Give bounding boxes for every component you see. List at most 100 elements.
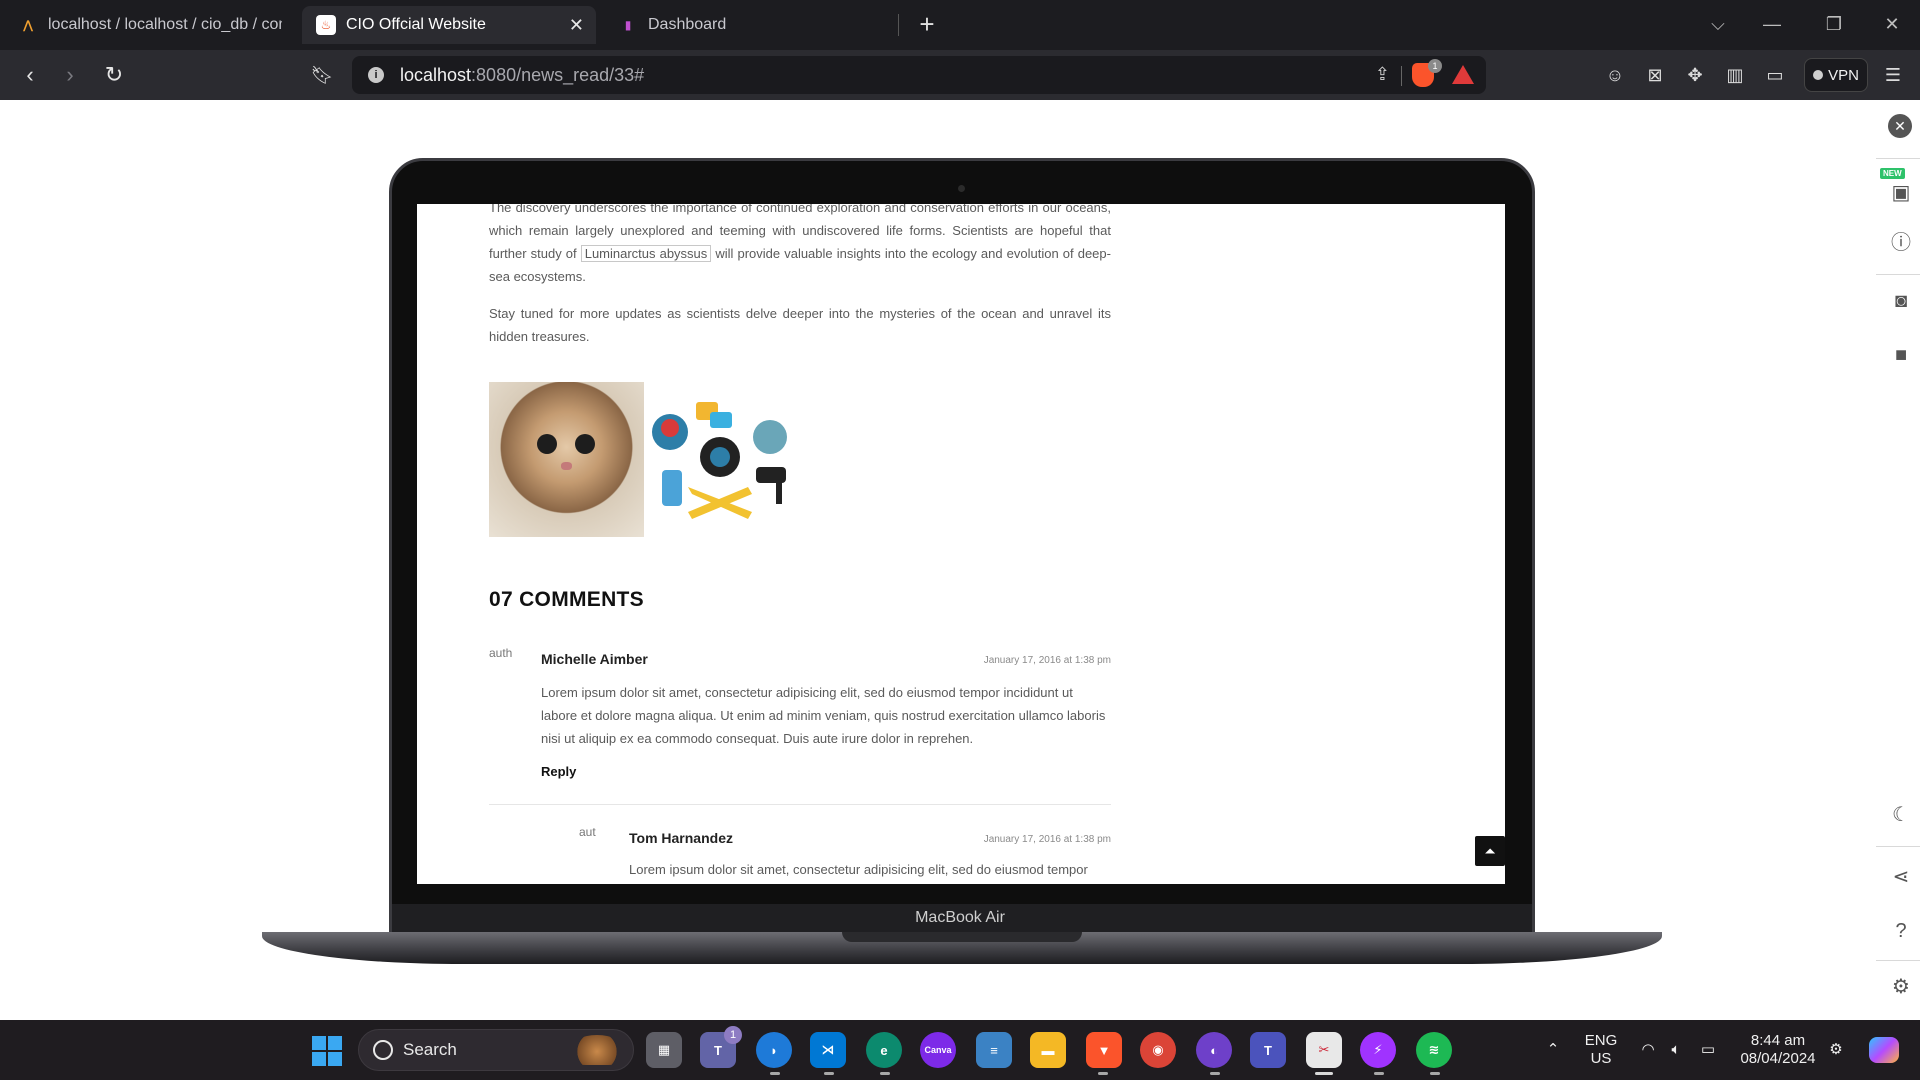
tab-label: Dashboard	[648, 16, 727, 33]
brave-rewards-icon[interactable]	[1452, 65, 1474, 84]
language-indicator[interactable]: ENG US	[1574, 1020, 1628, 1080]
search-highlight-image	[569, 1035, 625, 1065]
sidebar-toggle-icon[interactable]: ▥	[1722, 62, 1748, 88]
share-icon[interactable]: ⇪	[1375, 64, 1390, 85]
clock-date: 08/04/2024	[1740, 1050, 1816, 1067]
highlighted-term[interactable]: Luminarctus abyssus	[580, 245, 712, 262]
running-indicator	[1430, 1072, 1440, 1075]
vpn-button[interactable]: VPN	[1804, 58, 1868, 92]
url-text[interactable]: localhost:8080/news_read/33#	[400, 65, 644, 86]
extension-avatar-icon[interactable]: ☺	[1602, 62, 1628, 88]
forward-button[interactable]: ›	[54, 60, 86, 90]
settings-gear-icon[interactable]: ⚙	[1888, 974, 1914, 1000]
snipping-tool-icon[interactable]: ✂	[1306, 1032, 1342, 1068]
new-tab-button[interactable]: +	[912, 10, 942, 40]
browser-toolbar: ‹ › ↻ 🔖︎ i localhost:8080/news_read/33# …	[0, 50, 1920, 100]
clock[interactable]: 8:44 am 08/04/2024	[1730, 1020, 1826, 1080]
github-icon[interactable]: ◐	[1196, 1032, 1232, 1068]
share-icon[interactable]: ⋖	[1888, 864, 1914, 890]
chrome-icon[interactable]: ◉	[1140, 1032, 1176, 1068]
tab-divider	[898, 14, 899, 36]
brave-icon[interactable]: ▼	[1086, 1032, 1122, 1068]
close-window-button[interactable]: ✕	[1870, 8, 1914, 40]
vscode-icon[interactable]: ⋊	[810, 1032, 846, 1068]
kitten-eye	[537, 434, 557, 454]
restore-button[interactable]: ❐	[1812, 8, 1856, 40]
laptop-hinge	[842, 932, 1082, 942]
extensions-puzzle-icon[interactable]: ✥	[1682, 62, 1708, 88]
phpmyadmin-icon: ⋀	[22, 18, 34, 32]
camera-icon[interactable]: ◙	[1888, 288, 1914, 314]
comment-date: January 17, 2016 at 1:38 pm	[983, 655, 1111, 666]
dark-mode-moon-icon[interactable]: ☾	[1888, 802, 1914, 828]
windows-start-button[interactable]	[312, 1036, 342, 1066]
close-icon[interactable]: ✕	[1888, 114, 1912, 138]
site-info-icon[interactable]: i	[368, 67, 384, 83]
tab-search-chevron-icon[interactable]: ⌵	[1696, 8, 1740, 40]
search-icon	[373, 1040, 393, 1060]
comments-heading: 07 COMMENTS	[489, 588, 644, 611]
tab-dashboard[interactable]: ▮ Dashboard	[604, 6, 894, 44]
video-camera-icon[interactable]: ■	[1888, 342, 1914, 368]
kitten-nose	[561, 462, 572, 470]
article-body: The discovery underscores the importance…	[489, 204, 1111, 362]
comment-author[interactable]: Michelle Aimber	[541, 651, 648, 667]
comment-author[interactable]: Tom Harnandez	[629, 830, 733, 846]
vpn-status-icon	[1813, 70, 1824, 80]
copilot-tray-icon[interactable]	[1864, 1020, 1904, 1080]
divider	[1876, 960, 1920, 961]
kitten-image[interactable]	[489, 382, 644, 537]
notification-settings-icon[interactable]: ⚙	[1826, 1020, 1846, 1080]
active-indicator	[1315, 1072, 1333, 1075]
address-bar[interactable]: i localhost:8080/news_read/33# ⇪ 1	[352, 56, 1486, 94]
notepad-icon[interactable]: ≡	[976, 1032, 1012, 1068]
running-indicator	[1098, 1072, 1108, 1075]
reply-button[interactable]: Reply	[541, 764, 576, 779]
canva-icon[interactable]: Canva	[920, 1032, 956, 1068]
cybersecurity-icons	[652, 402, 787, 519]
reload-button[interactable]: ↻	[98, 60, 130, 90]
show-hidden-icons-chevron-icon[interactable]: ⌃	[1538, 1020, 1568, 1080]
extension-x-icon[interactable]: ⊠	[1642, 62, 1668, 88]
kitten-eye	[575, 434, 595, 454]
copilot-icon[interactable]: ◗	[756, 1032, 792, 1068]
divider	[1401, 66, 1402, 86]
bookmark-icon[interactable]: 🔖︎	[306, 60, 338, 90]
menu-icon[interactable]: ☰	[1880, 62, 1906, 88]
article-images	[489, 382, 798, 537]
wallet-icon[interactable]: ▭	[1762, 62, 1788, 88]
battery-icon[interactable]: ▭	[1694, 1020, 1722, 1080]
folder-icon[interactable]: ▬	[1030, 1032, 1066, 1068]
running-indicator	[1374, 1072, 1384, 1075]
edge-icon[interactable]: e	[866, 1032, 902, 1068]
copilot-logo	[1869, 1037, 1899, 1063]
help-icon[interactable]: ?	[1888, 918, 1914, 944]
tab-phpmyadmin[interactable]: ⋀ localhost / localhost / cio_db / comm	[4, 6, 296, 44]
back-to-top-button[interactable]: ⏶	[1475, 836, 1505, 866]
volume-icon[interactable]: 🔈︎	[1664, 1020, 1688, 1080]
dashboard-icon: ▮	[624, 18, 632, 32]
tab-cio-website[interactable]: ♨ CIO Offcial Website ✕	[302, 6, 596, 44]
avatar: aut	[579, 825, 596, 839]
vpn-label: VPN	[1828, 66, 1859, 84]
windows-taskbar: Search ▦ T 1 ◗ ⋊ e Canva ≡ ▬ ▼ ◉ ◐ T ✂ ⚡…	[0, 1020, 1920, 1080]
taskbar-search[interactable]: Search	[358, 1029, 634, 1071]
info-icon[interactable]: ⓘ	[1888, 230, 1914, 256]
minimize-button[interactable]: —	[1750, 8, 1794, 40]
article-paragraph: The discovery underscores the importance…	[489, 204, 1111, 288]
teams-work-icon[interactable]: T	[1250, 1032, 1286, 1068]
running-indicator	[1210, 1072, 1220, 1075]
tab-label: localhost / localhost / cio_db / comm	[48, 16, 282, 33]
cybersecurity-illustration[interactable]	[648, 382, 798, 537]
close-tab-icon[interactable]: ✕	[569, 15, 584, 36]
wifi-icon[interactable]: ◠	[1636, 1020, 1660, 1080]
responsive-devices-icon[interactable]: ▣	[1888, 180, 1914, 206]
spotify-icon[interactable]: ≋	[1416, 1032, 1452, 1068]
file-explorer-icon[interactable]: ▦	[646, 1032, 682, 1068]
url-host: localhost	[400, 65, 472, 85]
comment-date: January 17, 2016 at 1:38 pm	[983, 834, 1111, 845]
new-badge: NEW	[1880, 168, 1905, 179]
comment-text: Lorem ipsum dolor sit amet, consectetur …	[541, 685, 1106, 746]
back-button[interactable]: ‹	[14, 60, 46, 90]
messenger-icon[interactable]: ⚡	[1360, 1032, 1396, 1068]
